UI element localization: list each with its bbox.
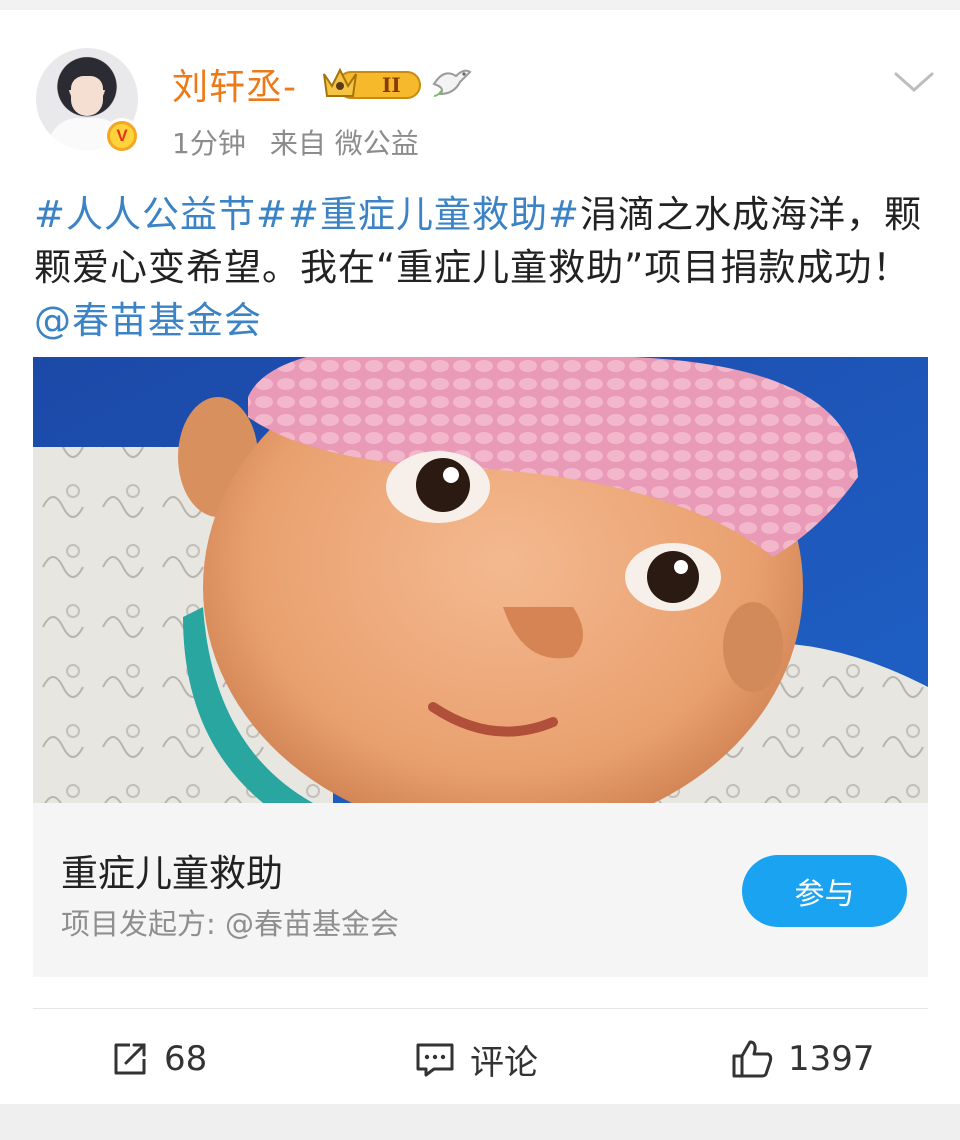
feed-separator [0,1104,960,1140]
author-name[interactable]: 刘轩丞- [172,58,297,110]
mention-link[interactable]: @春苗基金会 [34,299,262,342]
project-organizer[interactable]: 项目发起方: @春苗基金会 [61,901,399,943]
post-source[interactable]: 来自 微公益 [270,127,419,160]
post-meta: 1分钟 来自 微公益 [172,122,419,162]
post-time: 1分钟 [172,127,246,160]
dove-icon[interactable] [430,64,472,100]
like-count: 1397 [788,1039,875,1079]
join-button[interactable]: 参与 [742,855,907,927]
project-title[interactable]: 重症儿童救助 [61,843,283,897]
share-action[interactable]: 68 [110,1034,207,1084]
verified-v-icon: V [104,118,140,154]
action-divider [33,1008,928,1009]
topic-link-1[interactable]: #人人公益节# [34,193,288,236]
weibo-post-card: V 刘轩丞- II 1分钟 来自 微公益 #人人公益节##重症儿童救助#涓滴之水成… [0,10,960,1104]
comment-action[interactable]: 评论 [414,1034,538,1084]
project-card[interactable]: 重症儿童救助 项目发起方: @春苗基金会 参与 [33,803,928,977]
share-count: 68 [164,1039,208,1079]
crown-icon[interactable]: II [320,64,424,102]
thumbs-up-icon [732,1040,773,1078]
topic-link-2[interactable]: #重症儿童救助# [288,193,580,236]
chevron-down-icon[interactable] [892,66,936,96]
post-text: #人人公益节##重症儿童救助#涓滴之水成海洋，颗颗爱心变希望。我在“重症儿童救助… [34,188,930,347]
comment-icon [416,1043,454,1077]
like-action[interactable]: 1397 [730,1034,875,1084]
post-photo[interactable] [33,357,928,803]
avatar-face [71,76,103,116]
comment-label: 评论 [470,1042,538,1083]
baby-photo-illustration [33,357,928,803]
crown-level-label: II [382,73,401,97]
share-icon [114,1043,146,1075]
verified-v-label: V [110,124,134,148]
